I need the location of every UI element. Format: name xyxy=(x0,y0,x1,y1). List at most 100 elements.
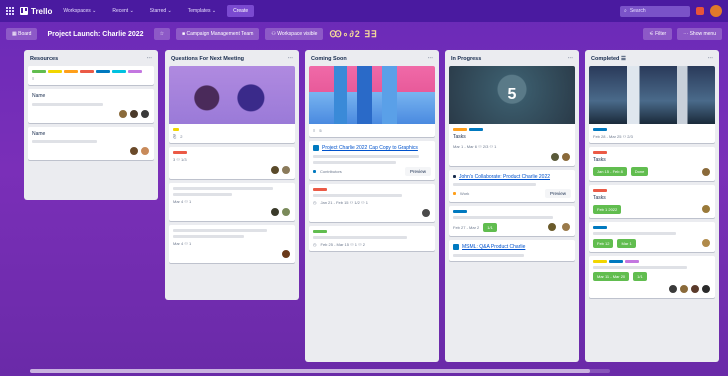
search-input[interactable]: ⌕ Search xyxy=(620,5,690,17)
list-card[interactable]: Feb 27 - Mar 2 1/1 xyxy=(449,206,575,236)
member-avatar[interactable] xyxy=(701,284,711,294)
list-card[interactable]: Mar 4 ⚇ 1 xyxy=(169,183,295,221)
list-card[interactable]: Tasks Feb 1 2022 xyxy=(589,184,715,218)
card-members xyxy=(453,151,571,162)
card-labels xyxy=(593,188,711,192)
show-menu-button[interactable]: ⋯ Show menu xyxy=(677,28,722,40)
nav-templates[interactable]: Templates ⌄ xyxy=(183,5,221,17)
document-icon xyxy=(453,244,459,251)
label-blue xyxy=(453,210,467,213)
team-button[interactable]: ■ Campaign Management Team xyxy=(176,28,260,40)
member-avatar[interactable] xyxy=(421,207,431,218)
member-avatar[interactable] xyxy=(690,284,700,294)
member-avatar[interactable] xyxy=(701,204,711,214)
card-text-line xyxy=(313,154,420,158)
list-card[interactable]: Mar 11 - Mar 20 1/1 xyxy=(589,256,715,298)
board-title[interactable]: Project Launch: Charlie 2022 xyxy=(43,29,147,40)
list-menu-icon[interactable]: ⋯ xyxy=(708,56,714,62)
list-card[interactable]: Name xyxy=(28,126,154,160)
member-avatar[interactable] xyxy=(281,249,291,259)
member-avatar[interactable] xyxy=(270,207,280,217)
member-avatar[interactable] xyxy=(561,151,571,162)
create-button[interactable]: Create xyxy=(227,5,255,17)
cover-number: 5 xyxy=(507,86,517,103)
notifications-bell-icon[interactable] xyxy=(696,7,704,15)
member-avatar[interactable] xyxy=(547,222,557,232)
nav-starred[interactable]: Starred ⌄ xyxy=(145,5,177,17)
scrollbar-thumb[interactable] xyxy=(30,369,590,373)
member-avatar[interactable] xyxy=(701,166,711,177)
list-card[interactable]: Mar 4 ⚇ 1 xyxy=(169,225,295,263)
card-meta: Mar 4 ⚇ 1 xyxy=(173,199,291,204)
member-avatar[interactable] xyxy=(270,165,280,175)
list-menu-icon[interactable]: ⋯ xyxy=(288,56,294,62)
list-card[interactable]: ≡ 5 xyxy=(309,66,435,137)
card-title: Tasks xyxy=(593,194,606,201)
card-title[interactable]: MSML: Q&A Product Charlie xyxy=(462,244,525,251)
nav-recent[interactable]: Recent ⌄ xyxy=(107,5,138,17)
member-avatar[interactable] xyxy=(281,207,291,217)
member-avatar[interactable] xyxy=(129,146,139,156)
list-title[interactable]: Completed ☰ xyxy=(591,56,626,62)
member-avatar[interactable] xyxy=(668,284,678,294)
member-avatar[interactable] xyxy=(550,151,560,162)
list-header: Resources ⋯ xyxy=(28,54,154,66)
member-avatar[interactable] xyxy=(140,146,150,156)
list-questions: Questions For Next Meeting ⋯ ⎘ 2 3 ⚇ 1/3 … xyxy=(165,50,299,300)
list-title[interactable]: In Progress xyxy=(451,56,481,62)
list-card[interactable]: MSML: Q&A Product Charlie xyxy=(449,240,575,261)
member-avatar[interactable] xyxy=(118,108,128,119)
filter-label: Filter xyxy=(655,31,667,37)
visibility-button[interactable]: ⚇ Workspace visible xyxy=(265,28,324,40)
list-card[interactable]: Project Charlie 2022 Cap Copy to Graphic… xyxy=(309,141,435,180)
app-logo[interactable]: Trello xyxy=(20,7,52,16)
list-menu-icon[interactable]: ⋯ xyxy=(428,56,434,62)
list-title[interactable]: Resources xyxy=(30,56,58,62)
card-members xyxy=(593,284,711,294)
list-card[interactable]: Name xyxy=(28,89,154,123)
list-card[interactable]: Feb 12 Mar 1 xyxy=(589,222,715,252)
list-menu-icon[interactable]: ⋯ xyxy=(147,56,153,62)
list-card[interactable]: 5 Tasks Mar 1 - Mar 6 ⚇ 2/3 ⚇ 1 xyxy=(449,66,575,166)
card-text-line xyxy=(593,266,688,269)
list-title[interactable]: Questions For Next Meeting xyxy=(171,56,244,62)
member-avatar[interactable] xyxy=(140,108,150,119)
member-avatar[interactable] xyxy=(701,238,711,248)
filter-button[interactable]: ⚟ Filter xyxy=(643,28,673,40)
list-title[interactable]: Coming Soon xyxy=(311,56,347,62)
list-card[interactable]: Tasks Jan 15 - Feb 8 Done xyxy=(589,147,715,181)
board-header: ▦ Board Project Launch: Charlie 2022 ☆ ■… xyxy=(0,24,728,44)
list-header: Completed ☰ ⋯ xyxy=(589,54,715,66)
list-card[interactable]: 3 ⚇ 1/3 xyxy=(169,147,295,179)
member-avatar[interactable] xyxy=(129,108,139,119)
card-meta: ⎘ 2 xyxy=(173,134,291,139)
member-avatar[interactable] xyxy=(679,284,689,294)
nav-workspaces[interactable]: Workspaces ⌄ xyxy=(58,5,101,17)
user-avatar[interactable] xyxy=(710,5,722,17)
label-green xyxy=(32,70,46,73)
member-avatar[interactable] xyxy=(281,165,291,175)
list-card[interactable]: Feb 28 - Mar 25 ⚇ 2/3 xyxy=(589,66,715,143)
clock-icon: ◷ xyxy=(313,199,317,205)
card-members xyxy=(173,165,291,175)
list-card[interactable]: ≡ xyxy=(28,66,154,85)
list-card[interactable]: ◷ Jan 21 - Feb 15 ⚇ 1/2 ⚇ 1 xyxy=(309,183,435,222)
card-labels xyxy=(593,226,711,229)
board-view-switcher[interactable]: ▦ Board xyxy=(6,28,38,40)
star-board-button[interactable]: ☆ xyxy=(153,28,171,40)
board-horizontal-scrollbar[interactable] xyxy=(30,369,610,373)
card-text-line xyxy=(173,235,244,238)
preview-button[interactable]: Preview xyxy=(544,189,571,198)
list-card[interactable]: ◷ Feb 25 - Mar 15 ⚇ 1 ⚇ 2 xyxy=(309,225,435,251)
label-orange xyxy=(64,70,78,73)
list-menu-icon[interactable]: ⋯ xyxy=(568,56,574,62)
member-avatar[interactable] xyxy=(561,222,571,232)
list-card[interactable]: John's Collaborate: Product Charlie 2022… xyxy=(449,169,575,202)
preview-button[interactable]: Preview xyxy=(404,166,431,176)
card-meta-text: 3 ⚇ 1/3 xyxy=(173,157,187,162)
list-card[interactable]: ⎘ 2 xyxy=(169,66,295,143)
app-switcher-icon[interactable] xyxy=(6,7,14,15)
card-title[interactable]: John's Collaborate: Product Charlie 2022 xyxy=(459,174,550,181)
card-title[interactable]: Project Charlie 2022 Cap Copy to Graphic… xyxy=(322,145,418,152)
card-cover-image xyxy=(309,66,435,124)
